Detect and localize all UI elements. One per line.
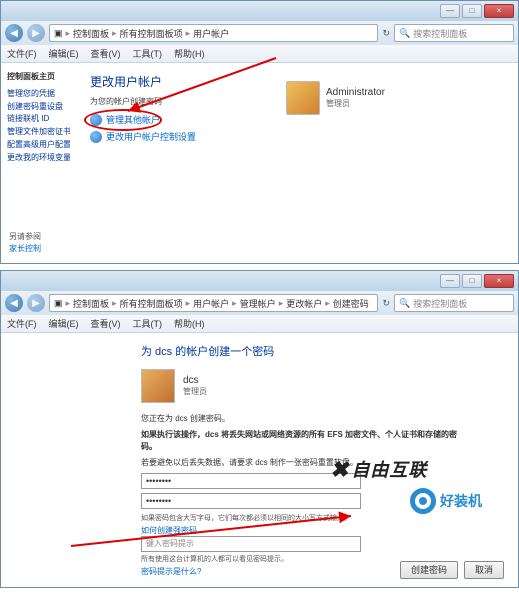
account-name: Administrator — [326, 87, 385, 98]
search-placeholder: 搜索控制面板 — [413, 297, 467, 310]
close-button[interactable]: × — [484, 274, 514, 288]
watermark-ziyouhulian: ✖ 自由互联 — [330, 456, 427, 482]
shield-icon — [90, 114, 102, 126]
link-label: 管理其他帐户 — [106, 113, 160, 126]
button-row: 创建密码 取消 — [400, 561, 504, 579]
sidebar-link[interactable]: 管理文件加密证书 — [7, 126, 70, 139]
user-tile: dcs 管理员 — [141, 369, 518, 403]
address-bar: ◀ ▶ ▣ ▸控制面板 ▸所有控制面板项 ▸用户帐户 ▸管理帐户 ▸更改帐户 ▸… — [1, 291, 518, 315]
forward-button[interactable]: ▶ — [27, 24, 45, 42]
breadcrumb[interactable]: ▣ ▸控制面板 ▸所有控制面板项 ▸用户帐户 ▸管理帐户 ▸更改帐户 ▸创建密码 — [49, 294, 378, 312]
window-create-password: — □ × ◀ ▶ ▣ ▸控制面板 ▸所有控制面板项 ▸用户帐户 ▸管理帐户 ▸… — [0, 270, 519, 588]
search-input[interactable]: 🔍 搜索控制面板 — [394, 294, 514, 312]
titlebar: — □ × — [1, 271, 518, 291]
maximize-button[interactable]: □ — [462, 4, 482, 18]
menu-view[interactable]: 查看(V) — [91, 317, 121, 330]
minimize-button[interactable]: — — [440, 274, 460, 288]
password-hint-input[interactable]: 键入密码提示 — [141, 536, 361, 552]
sidebar-link[interactable]: 链接联机 ID — [7, 113, 70, 126]
see-also: 另请参阅 家长控制 — [9, 231, 41, 255]
sidebar-link[interactable]: 配置高级用户配置文件属性 — [7, 139, 70, 152]
crumb[interactable]: 所有控制面板项 — [120, 297, 183, 310]
menu-bar: 文件(F) 编辑(E) 查看(V) 工具(T) 帮助(H) — [1, 315, 518, 333]
confirm-password-input[interactable]: •••••••• — [141, 493, 361, 509]
account-type: 管理员 — [326, 98, 385, 109]
menu-view[interactable]: 查看(V) — [91, 47, 121, 60]
content-area: 控制面板主页 管理您的凭据 创建密码重设盘 链接联机 ID 管理文件加密证书 配… — [1, 63, 518, 263]
maximize-button[interactable]: □ — [462, 274, 482, 288]
watermark-text: 好装机 — [440, 491, 482, 511]
forward-button[interactable]: ▶ — [27, 294, 45, 312]
minimize-button[interactable]: — — [440, 4, 460, 18]
x-logo-icon: ✖ — [330, 457, 349, 483]
password-case-note: 如果密码包含大写字母，它们每次都必须以相同的大小写方式输入。 — [141, 513, 518, 523]
sidebar-link[interactable]: 管理您的凭据 — [7, 88, 70, 101]
sidebar-link[interactable]: 更改我的环境变量 — [7, 152, 70, 165]
shield-icon — [90, 131, 102, 143]
link-label: 更改用户帐户控制设置 — [106, 130, 196, 143]
crumb[interactable]: 用户帐户 — [193, 297, 229, 310]
watermark-text: 自由互联 — [351, 456, 427, 482]
crumb[interactable]: 所有控制面板项 — [120, 27, 183, 40]
menu-help[interactable]: 帮助(H) — [174, 317, 205, 330]
address-bar: ◀ ▶ ▣ ▸ 控制面板 ▸ 所有控制面板项 ▸ 用户帐户 ↻ 🔍 搜索控制面板 — [1, 21, 518, 45]
crumb[interactable]: 用户帐户 — [193, 27, 229, 40]
watermark-haozhuangji: 好装机 — [410, 488, 482, 514]
see-also-header: 另请参阅 — [9, 231, 41, 243]
refresh-icon[interactable]: ↻ — [382, 28, 390, 39]
refresh-icon[interactable]: ↻ — [382, 298, 390, 309]
main-panel: 更改用户帐户 为您的帐户创建密码 管理其他帐户 更改用户帐户控制设置 Admin… — [76, 63, 518, 263]
menu-edit[interactable]: 编辑(E) — [49, 317, 79, 330]
strong-password-link[interactable]: 如何创建强密码 — [141, 525, 518, 536]
intro-text: 您正在为 dcs 创建密码。 — [141, 413, 461, 425]
avatar — [141, 369, 175, 403]
content-area: 为 dcs 的帐户创建一个密码 dcs 管理员 您正在为 dcs 创建密码。 如… — [1, 333, 518, 587]
search-icon: 🔍 — [399, 298, 410, 309]
warning-text: 如果执行该操作，dcs 将丢失网站或网络资源的所有 EFS 加密文件、个人证书和… — [141, 429, 461, 453]
crumb[interactable]: 控制面板 — [73, 297, 109, 310]
create-password-button[interactable]: 创建密码 — [400, 561, 458, 579]
back-button[interactable]: ◀ — [5, 24, 23, 42]
folder-icon: ▣ — [54, 298, 63, 309]
password-input[interactable]: •••••••• — [141, 473, 361, 489]
search-input[interactable]: 🔍 搜索控制面板 — [394, 24, 514, 42]
sidebar-link[interactable]: 创建密码重设盘 — [7, 101, 70, 114]
see-also-link[interactable]: 家长控制 — [9, 243, 41, 255]
window-user-accounts: — □ × ◀ ▶ ▣ ▸ 控制面板 ▸ 所有控制面板项 ▸ 用户帐户 ↻ 🔍 … — [0, 0, 519, 264]
menu-edit[interactable]: 编辑(E) — [49, 47, 79, 60]
user-type: 管理员 — [183, 386, 207, 397]
folder-icon: ▣ — [54, 28, 63, 39]
sidebar-header: 控制面板主页 — [7, 71, 70, 84]
close-button[interactable]: × — [484, 4, 514, 18]
cancel-button[interactable]: 取消 — [464, 561, 504, 579]
menu-help[interactable]: 帮助(H) — [174, 47, 205, 60]
menu-file[interactable]: 文件(F) — [7, 47, 37, 60]
menu-tools[interactable]: 工具(T) — [133, 47, 163, 60]
search-icon: 🔍 — [399, 28, 410, 39]
account-tile[interactable]: Administrator 管理员 — [286, 81, 385, 115]
menu-bar: 文件(F) 编辑(E) 查看(V) 工具(T) 帮助(H) — [1, 45, 518, 63]
back-button[interactable]: ◀ — [5, 294, 23, 312]
ring-logo-icon — [410, 488, 436, 514]
menu-file[interactable]: 文件(F) — [7, 317, 37, 330]
crumb[interactable]: 管理帐户 — [240, 297, 276, 310]
search-placeholder: 搜索控制面板 — [413, 27, 467, 40]
breadcrumb[interactable]: ▣ ▸ 控制面板 ▸ 所有控制面板项 ▸ 用户帐户 — [49, 24, 378, 42]
crumb[interactable]: 更改帐户 — [286, 297, 322, 310]
page-title: 为 dcs 的帐户创建一个密码 — [141, 343, 518, 359]
menu-tools[interactable]: 工具(T) — [133, 317, 163, 330]
crumb[interactable]: 控制面板 — [73, 27, 109, 40]
avatar — [286, 81, 320, 115]
change-uac-link[interactable]: 更改用户帐户控制设置 — [90, 130, 504, 143]
crumb[interactable]: 创建密码 — [333, 297, 369, 310]
titlebar: — □ × — [1, 1, 518, 21]
user-name: dcs — [183, 375, 207, 386]
